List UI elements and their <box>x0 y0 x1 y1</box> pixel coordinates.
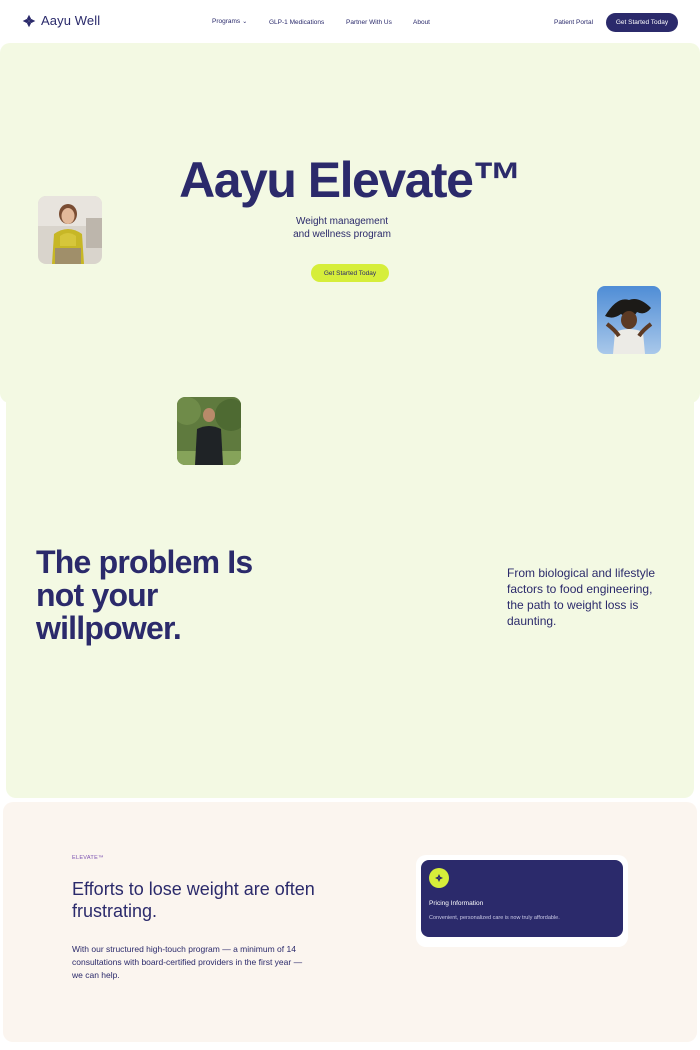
nav-get-started-button[interactable]: Get Started Today <box>606 13 678 32</box>
photo-woman-stretching <box>597 286 661 354</box>
problem-heading: The problem Is not your willpower. <box>36 544 253 646</box>
pricing-card[interactable] <box>421 860 623 937</box>
nav-about[interactable]: About <box>413 19 430 26</box>
pricing-title: Pricing Information <box>429 900 484 907</box>
flower-icon <box>429 868 449 888</box>
hero-get-started-button[interactable]: Get Started Today <box>311 264 389 282</box>
hero-title: Aayu Elevate™ <box>179 152 522 208</box>
pricing-subtitle: Convenient, personalized care is now tru… <box>429 915 560 921</box>
nav-glp1-medications[interactable]: GLP-1 Medications <box>269 19 324 26</box>
photo-man-outdoors <box>177 397 241 465</box>
patient-portal-link[interactable]: Patient Portal <box>554 19 593 26</box>
hero-subtitle: Weight management and wellness program <box>293 216 391 240</box>
photo-woman-kitchen <box>38 196 102 264</box>
logo-icon <box>22 14 36 27</box>
elevate-heading: Efforts to lose weight are often frustra… <box>72 879 315 921</box>
logo-text: Aayu Well <box>41 13 101 28</box>
nav-programs[interactable]: Programs ⌄ <box>212 18 247 25</box>
elevate-eyebrow: ELEVATE™ <box>72 855 104 861</box>
nav-partner-with-us[interactable]: Partner With Us <box>346 19 392 26</box>
elevate-description: With our structured high-touch program —… <box>72 944 303 980</box>
logo[interactable]: Aayu Well <box>22 13 100 28</box>
nav-programs-label: Programs <box>212 18 241 25</box>
chevron-down-icon: ⌄ <box>242 19 248 25</box>
top-navigation: Aayu Well Programs ⌄ GLP-1 Medications Pa… <box>0 0 700 44</box>
problem-description: From biological and lifestyle factors to… <box>507 566 656 628</box>
